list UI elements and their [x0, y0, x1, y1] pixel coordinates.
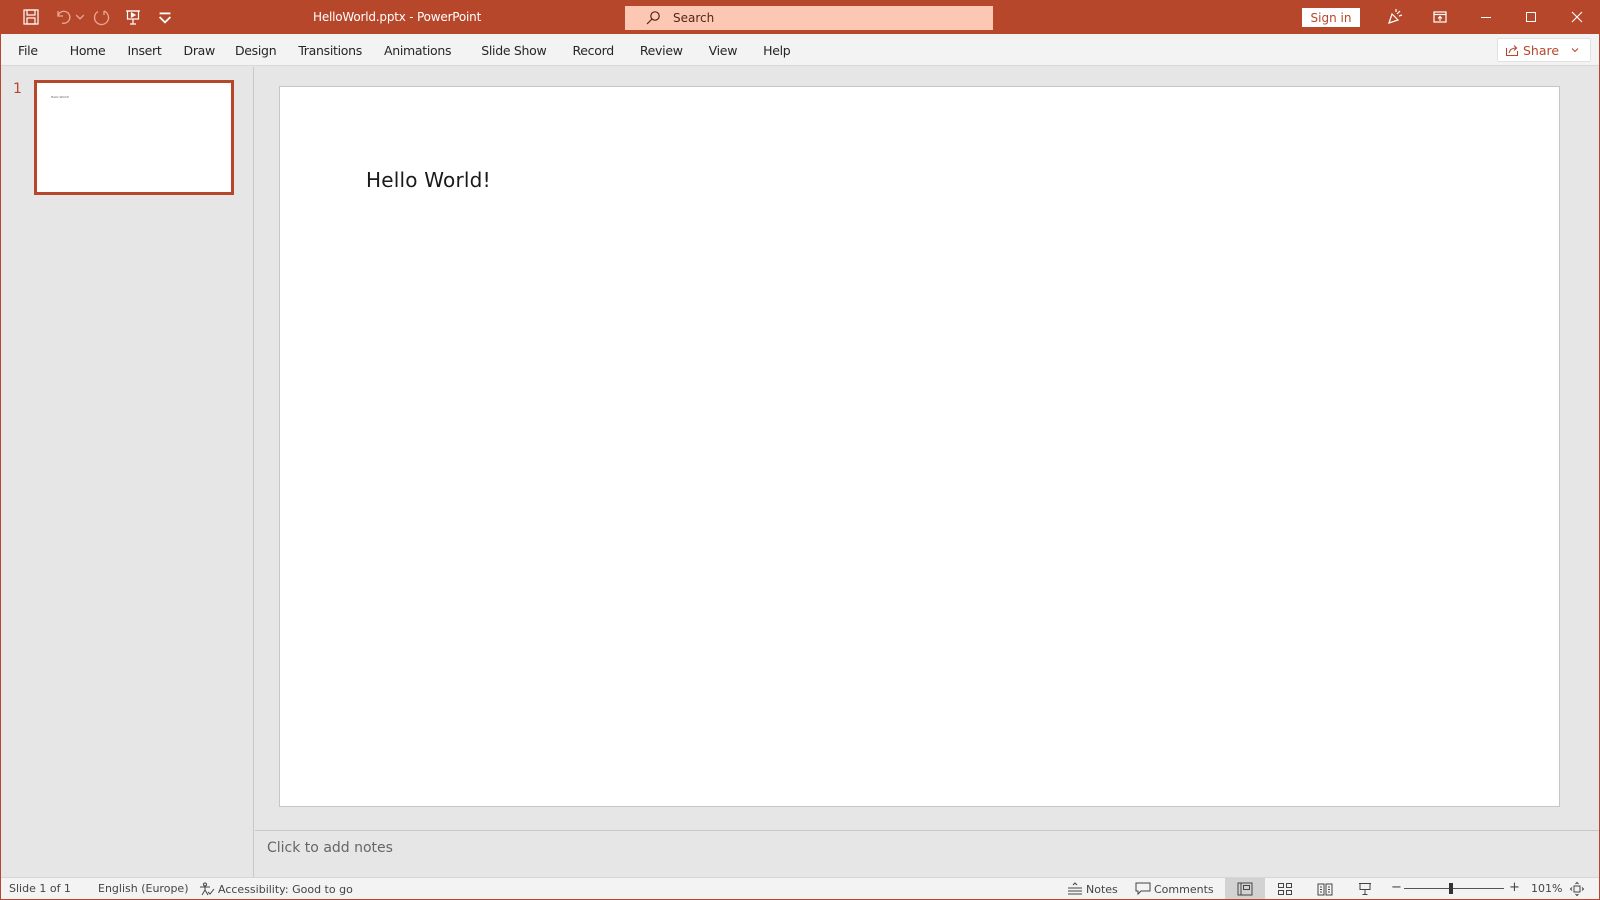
quick-access-toolbar — [19, 7, 185, 27]
maximize-icon — [1526, 12, 1536, 22]
slide-thumbnail-pane: 1 Hello World! — [1, 67, 254, 877]
ribbon-tabs: File Home Insert Draw Design Transitions… — [1, 34, 802, 66]
notes-toggle-button[interactable]: Notes — [1067, 882, 1118, 896]
close-icon — [1571, 11, 1583, 23]
tab-transitions[interactable]: Transitions — [288, 34, 374, 66]
powerpoint-window: HelloWorld.pptx - PowerPoint Sign in — [1, 0, 1599, 899]
share-icon — [1505, 45, 1519, 57]
reading-view-button[interactable] — [1305, 878, 1345, 899]
share-label: Share — [1523, 42, 1560, 58]
zoom-slider-thumb[interactable] — [1449, 883, 1453, 894]
tab-record[interactable]: Record — [558, 34, 625, 66]
tab-help[interactable]: Help — [749, 34, 802, 66]
zoom-slider[interactable] — [1404, 888, 1504, 889]
save-icon — [23, 9, 39, 25]
slide-sorter-button[interactable] — [1265, 878, 1305, 899]
maximize-button[interactable] — [1520, 7, 1542, 27]
notes-placeholder[interactable]: Click to add notes — [267, 840, 393, 856]
ribbon-display-options-icon — [1433, 11, 1447, 23]
tab-slide-show[interactable]: Slide Show — [463, 34, 558, 66]
present-from-beginning-icon — [126, 10, 140, 25]
fit-slide-icon — [1569, 881, 1585, 897]
tab-view[interactable]: View — [695, 34, 749, 66]
customize-qat-button[interactable] — [153, 7, 177, 27]
tab-file[interactable]: File — [1, 34, 50, 66]
document-title: HelloWorld.pptx - PowerPoint — [313, 10, 482, 24]
chevron-down-icon[interactable] — [1571, 46, 1579, 54]
comments-label: Comments — [1154, 882, 1214, 896]
search-box[interactable] — [625, 6, 993, 30]
reading-view-icon — [1317, 883, 1333, 895]
customize-qat-icon — [158, 12, 172, 24]
share-button[interactable]: Share — [1497, 38, 1591, 62]
slide-counter: Slide 1 of 1 — [9, 882, 71, 895]
zoom-out-button[interactable]: − — [1391, 880, 1402, 895]
tab-design[interactable]: Design — [227, 34, 288, 66]
normal-view-icon — [1237, 882, 1253, 895]
language-indicator[interactable]: English (Europe) — [98, 882, 188, 895]
slide-show-button[interactable] — [1345, 878, 1385, 899]
status-bar: Slide 1 of 1 English (Europe) Accessibil… — [1, 877, 1599, 899]
redo-button[interactable] — [89, 7, 113, 27]
designer-button[interactable] — [1384, 7, 1406, 27]
close-button[interactable] — [1566, 7, 1588, 27]
notes-icon — [1068, 882, 1082, 895]
accessibility-checker[interactable]: Accessibility: Good to go — [199, 882, 353, 896]
search-input[interactable] — [673, 11, 973, 25]
save-button[interactable] — [19, 7, 43, 27]
notes-label: Notes — [1086, 882, 1118, 896]
zoom-in-button[interactable]: + — [1509, 880, 1520, 895]
slide-title-textbox[interactable]: Hello World! — [366, 168, 491, 192]
ribbon-display-options-button[interactable] — [1429, 7, 1451, 27]
tab-review[interactable]: Review — [626, 34, 695, 66]
title-bar: HelloWorld.pptx - PowerPoint Sign in — [1, 0, 1599, 34]
minimize-button[interactable] — [1475, 7, 1497, 27]
start-from-beginning-button[interactable] — [121, 7, 145, 27]
normal-view-button[interactable] — [1225, 878, 1265, 899]
slide-thumbnail[interactable]: Hello World! — [34, 80, 234, 195]
slide-show-icon — [1359, 882, 1371, 895]
tab-insert[interactable]: Insert — [117, 34, 173, 66]
undo-icon — [57, 10, 71, 24]
accessibility-icon — [200, 882, 215, 896]
notes-pane[interactable]: Click to add notes — [255, 831, 1599, 877]
slide-number: 1 — [13, 81, 22, 97]
undo-dropdown[interactable] — [75, 7, 85, 27]
search-icon — [646, 11, 660, 25]
chevron-down-icon — [75, 14, 85, 20]
slide-sorter-icon — [1278, 882, 1292, 895]
tab-home[interactable]: Home — [50, 34, 118, 66]
minimize-icon — [1481, 17, 1491, 18]
comments-button[interactable]: Comments — [1135, 882, 1214, 896]
comments-icon — [1135, 882, 1151, 896]
zoom-level[interactable]: 101% — [1531, 882, 1562, 895]
accessibility-label: Accessibility: Good to go — [218, 882, 353, 896]
ribbon-tab-bar: File Home Insert Draw Design Transitions… — [1, 34, 1599, 66]
tab-animations[interactable]: Animations — [374, 34, 463, 66]
slide-canvas[interactable]: Hello World! — [279, 86, 1560, 807]
fit-slide-button[interactable] — [1569, 881, 1588, 897]
tab-draw[interactable]: Draw — [174, 34, 227, 66]
thumbnail-title-text: Hello World! — [51, 95, 70, 99]
designer-icon — [1388, 9, 1403, 24]
redo-icon — [93, 10, 110, 26]
sign-in-button[interactable]: Sign in — [1302, 8, 1360, 27]
undo-button[interactable] — [51, 7, 75, 27]
